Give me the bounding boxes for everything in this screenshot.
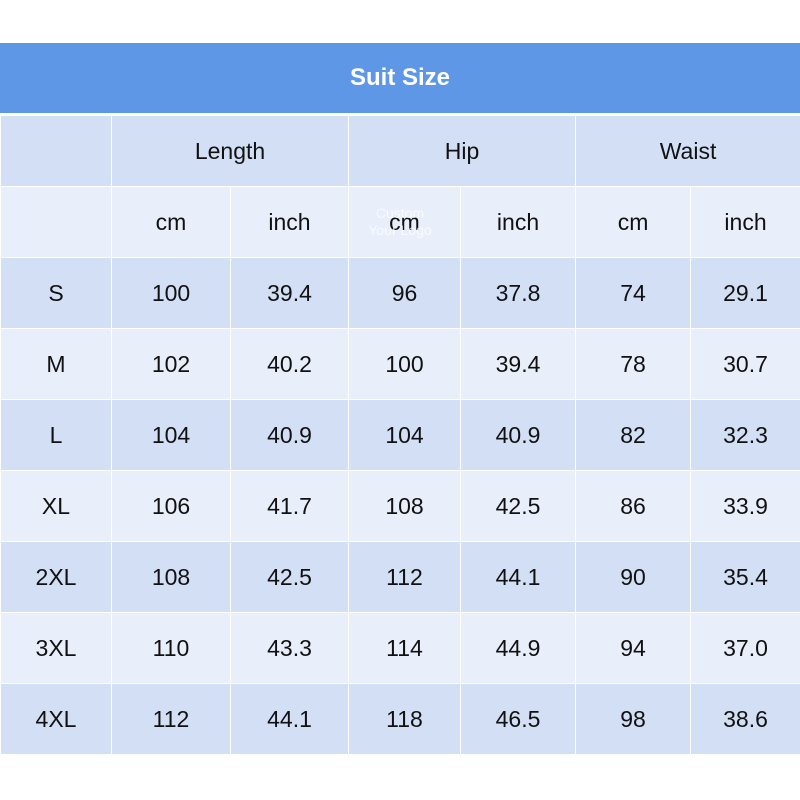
unit-header: inch <box>460 186 577 258</box>
table-cell: 40.9 <box>229 399 350 471</box>
table-cell: 29.1 <box>690 257 800 329</box>
table-cell: 104 <box>111 399 231 471</box>
size-label: S <box>0 257 112 329</box>
table-cell: 42.5 <box>229 541 350 613</box>
table-cell: 44.1 <box>460 541 577 613</box>
table-cell: 37.0 <box>690 612 800 684</box>
table-title: Suit Size <box>0 43 800 113</box>
table-cell: 104 <box>348 399 462 471</box>
table-cell: 94 <box>575 612 692 684</box>
size-label: XL <box>0 470 112 542</box>
table-cell: 35.4 <box>690 541 800 613</box>
size-label: 3XL <box>0 612 112 684</box>
unit-header: inch <box>229 186 350 258</box>
table-cell: 39.4 <box>229 257 350 329</box>
table-cell: 44.9 <box>460 612 577 684</box>
table-cell: 43.3 <box>229 612 350 684</box>
table-cell: 33.9 <box>690 470 800 542</box>
table-cell: 96 <box>348 257 462 329</box>
group-header-row: Length Hip Waist <box>0 115 800 187</box>
table-cell: 112 <box>348 541 462 613</box>
table-cell: 100 <box>111 257 231 329</box>
unit-header: cm <box>575 186 692 258</box>
table-cell: 106 <box>111 470 231 542</box>
table-cell: 39.4 <box>460 328 577 400</box>
size-table: Length Hip Waist cm inch cm inch cm inch… <box>0 115 800 755</box>
table-row: 2XL 108 42.5 112 44.1 90 35.4 <box>0 541 800 613</box>
group-header-length: Length <box>110 115 350 187</box>
table-cell: 118 <box>348 683 462 755</box>
table-cell: 30.7 <box>690 328 800 400</box>
unit-header: cm <box>348 186 462 258</box>
table-cell: 98 <box>575 683 692 755</box>
size-label: M <box>0 328 112 400</box>
table-cell: 108 <box>111 541 231 613</box>
table-cell: 86 <box>575 470 692 542</box>
table-cell: 90 <box>575 541 692 613</box>
table-cell: 32.3 <box>690 399 800 471</box>
size-label: 2XL <box>0 541 112 613</box>
table-cell: 40.9 <box>460 399 577 471</box>
size-label: 4XL <box>0 683 112 755</box>
table-cell: 110 <box>111 612 231 684</box>
table-cell: 82 <box>575 399 692 471</box>
table-cell: 102 <box>111 328 231 400</box>
table-cell: 41.7 <box>229 470 350 542</box>
table-cell: 100 <box>348 328 462 400</box>
unit-header: cm <box>111 186 231 258</box>
table-cell: 114 <box>348 612 462 684</box>
table-cell: 44.1 <box>229 683 350 755</box>
table-cell: 108 <box>348 470 462 542</box>
table-cell: 38.6 <box>690 683 800 755</box>
table-row: S 100 39.4 96 37.8 74 29.1 <box>0 257 800 329</box>
table-row: L 104 40.9 104 40.9 82 32.3 <box>0 399 800 471</box>
table-cell: 40.2 <box>229 328 350 400</box>
size-label: L <box>0 399 112 471</box>
table-cell: 112 <box>111 683 231 755</box>
table-cell: 74 <box>575 257 692 329</box>
table-row: M 102 40.2 100 39.4 78 30.7 <box>0 328 800 400</box>
table-row: XL 106 41.7 108 42.5 86 33.9 <box>0 470 800 542</box>
corner-cell <box>0 186 112 258</box>
table-row: 4XL 112 44.1 118 46.5 98 38.6 <box>0 683 800 755</box>
corner-cell <box>0 115 112 187</box>
group-header-waist: Waist <box>575 115 800 187</box>
table-cell: 42.5 <box>460 470 577 542</box>
table-row: 3XL 110 43.3 114 44.9 94 37.0 <box>0 612 800 684</box>
table-cell: 46.5 <box>460 683 577 755</box>
group-header-hip: Hip <box>348 115 577 187</box>
unit-header: inch <box>690 186 800 258</box>
table-cell: 78 <box>575 328 692 400</box>
unit-header-row: cm inch cm inch cm inch <box>0 186 800 258</box>
table-cell: 37.8 <box>460 257 577 329</box>
